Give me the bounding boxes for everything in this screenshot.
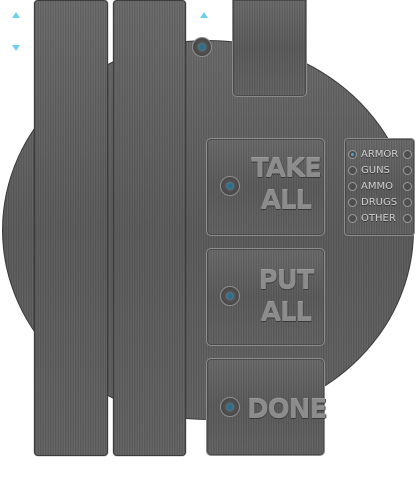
- take-all-label: TAKE ALL: [251, 153, 322, 217]
- put-all-button[interactable]: PUT ALL: [206, 248, 325, 346]
- done-label: DONE: [247, 395, 327, 425]
- put-all-label-line2: ALL: [260, 298, 312, 328]
- filter-drugs-label: DRUGS: [361, 197, 398, 208]
- filter-armor-left-knob-icon: [348, 150, 357, 159]
- filter-drugs-left-knob-icon: [348, 198, 357, 207]
- filter-armor-label: ARMOR: [361, 149, 399, 160]
- filter-guns-label: GUNS: [361, 165, 390, 176]
- container-scroll-up-icon[interactable]: [200, 12, 208, 18]
- filter-other-right-knob-icon: [403, 214, 412, 223]
- filter-guns-right-knob-icon: [403, 166, 412, 175]
- filter-drugs-right-knob-icon: [403, 198, 412, 207]
- item-preview-panel: [232, 0, 307, 97]
- done-knob-icon: [220, 397, 240, 417]
- filter-armor-right-knob-icon: [403, 150, 412, 159]
- player-inventory-list[interactable]: [34, 0, 108, 456]
- filter-other-left-knob-icon: [348, 214, 357, 223]
- take-all-button[interactable]: TAKE ALL: [206, 138, 325, 236]
- filter-other[interactable]: OTHER: [345, 212, 416, 225]
- container-inventory-list[interactable]: [113, 0, 186, 456]
- filter-ammo-label: AMMO: [361, 181, 393, 192]
- put-all-label: PUT ALL: [251, 265, 321, 329]
- filter-other-label: OTHER: [361, 213, 396, 224]
- take-all-knob-icon: [220, 176, 240, 196]
- scroll-knob-icon[interactable]: [192, 37, 212, 57]
- take-all-label-line1: TAKE: [251, 154, 322, 184]
- item-filter-panel: ARMOR GUNS AMMO DRUGS OTHER: [344, 138, 415, 236]
- filter-ammo-right-knob-icon: [403, 182, 412, 191]
- player-scroll-up-icon[interactable]: [12, 12, 20, 18]
- barter-screen: TAKE ALL PUT ALL DONE ARMOR GUNS AMMO DR…: [0, 0, 417, 500]
- put-all-label-line1: PUT: [258, 266, 315, 296]
- done-button[interactable]: DONE: [206, 358, 327, 456]
- filter-ammo-left-knob-icon: [348, 182, 357, 191]
- filter-guns-left-knob-icon: [348, 166, 357, 175]
- put-all-knob-icon: [220, 286, 240, 306]
- filter-ammo[interactable]: AMMO: [345, 180, 416, 193]
- filter-armor[interactable]: ARMOR: [345, 148, 416, 161]
- filter-drugs[interactable]: DRUGS: [345, 196, 416, 209]
- take-all-label-line2: ALL: [260, 186, 312, 216]
- player-scroll-down-icon[interactable]: [12, 45, 20, 51]
- filter-guns[interactable]: GUNS: [345, 164, 416, 177]
